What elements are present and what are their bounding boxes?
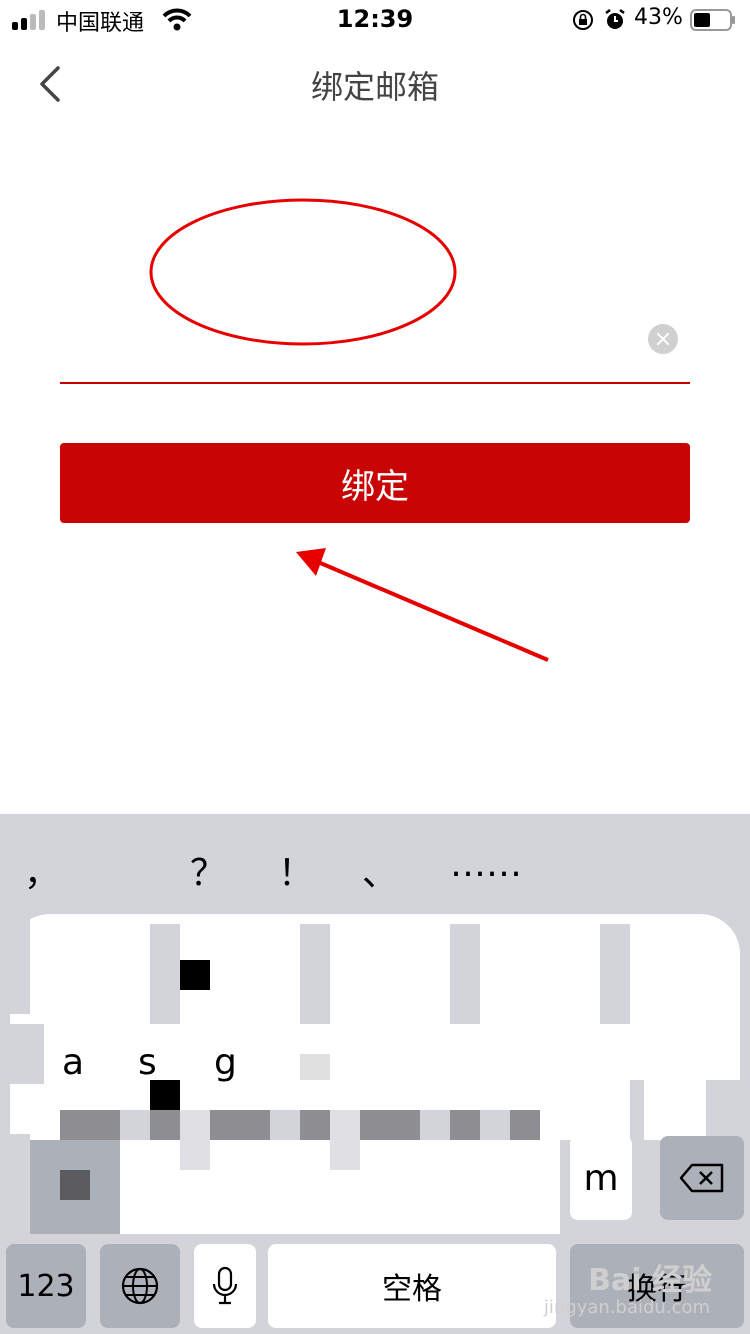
suggestion-bar: ， ？ ！ 、 …… bbox=[0, 844, 750, 894]
bind-button[interactable]: 绑定 bbox=[60, 443, 690, 523]
suggestion-item[interactable]: 、 bbox=[362, 844, 398, 896]
annotation-arrowhead bbox=[296, 548, 326, 576]
key-a[interactable]: a bbox=[62, 1042, 84, 1083]
space-key[interactable]: 空格 bbox=[268, 1244, 556, 1328]
battery-icon bbox=[690, 9, 735, 31]
suggestion-item[interactable]: ， bbox=[24, 844, 60, 896]
email-field[interactable] bbox=[60, 312, 690, 384]
battery-percent: 43% bbox=[634, 5, 683, 30]
microphone-key[interactable] bbox=[194, 1244, 256, 1328]
obscured-keys: a s g bbox=[0, 914, 750, 1244]
microphone-icon bbox=[212, 1266, 238, 1305]
watermark-logo: Bai 经验 bbox=[588, 1263, 712, 1298]
globe-key[interactable] bbox=[100, 1244, 180, 1328]
suggestion-item[interactable]: ！ bbox=[278, 844, 314, 896]
suggestion-item[interactable]: ？ bbox=[190, 844, 226, 896]
clear-circle-icon[interactable] bbox=[648, 324, 678, 354]
email-input[interactable] bbox=[60, 312, 620, 372]
delete-key[interactable] bbox=[660, 1136, 744, 1220]
status-bar: 中国联通 12:39 43% bbox=[0, 0, 750, 40]
key-m[interactable]: m bbox=[570, 1136, 632, 1220]
suggestion-item[interactable]: …… bbox=[450, 844, 522, 885]
delete-icon bbox=[679, 1163, 724, 1193]
watermark-url: jingyan.baidu.com bbox=[543, 1297, 710, 1318]
alarm-icon bbox=[605, 9, 625, 29]
key-s[interactable]: s bbox=[138, 1042, 157, 1083]
page-title: 绑定邮箱 bbox=[310, 68, 439, 106]
key-d[interactable]: g bbox=[214, 1042, 237, 1083]
globe-icon bbox=[121, 1267, 159, 1305]
numbers-key[interactable]: 123 bbox=[6, 1244, 86, 1328]
annotation-arrow bbox=[317, 560, 549, 662]
orientation-lock-icon bbox=[573, 10, 593, 30]
